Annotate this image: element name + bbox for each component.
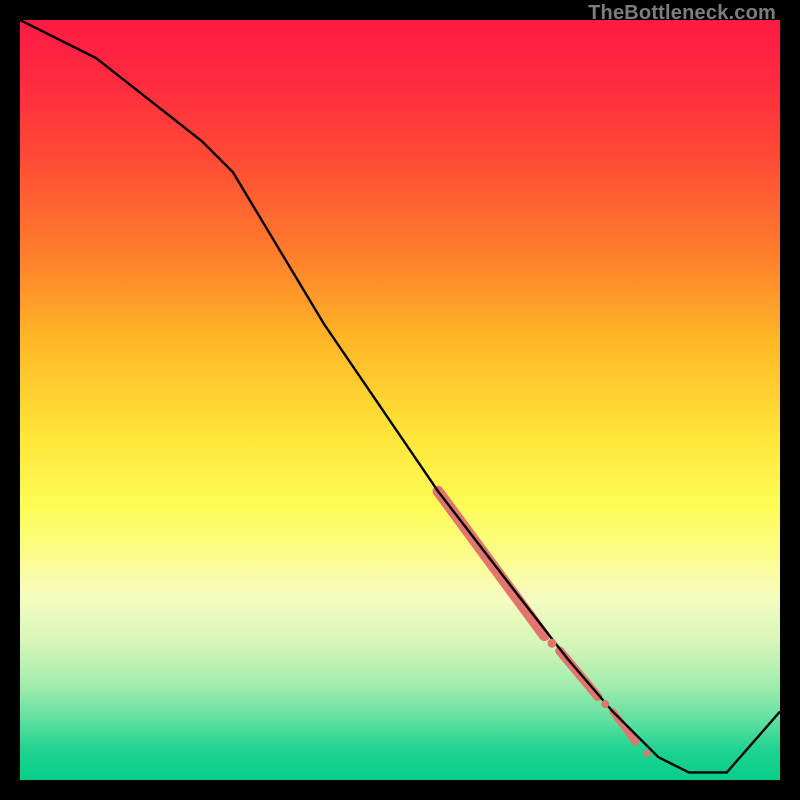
highlight-dot: [548, 639, 557, 648]
plot-area: [20, 20, 780, 780]
chart-frame: TheBottleneck.com: [0, 0, 800, 800]
chart-overlay: [20, 20, 780, 780]
bottleneck-curve: [20, 20, 780, 772]
highlight-dot: [644, 750, 651, 757]
watermark-text: TheBottleneck.com: [588, 2, 776, 25]
highlight-dot: [601, 700, 609, 708]
